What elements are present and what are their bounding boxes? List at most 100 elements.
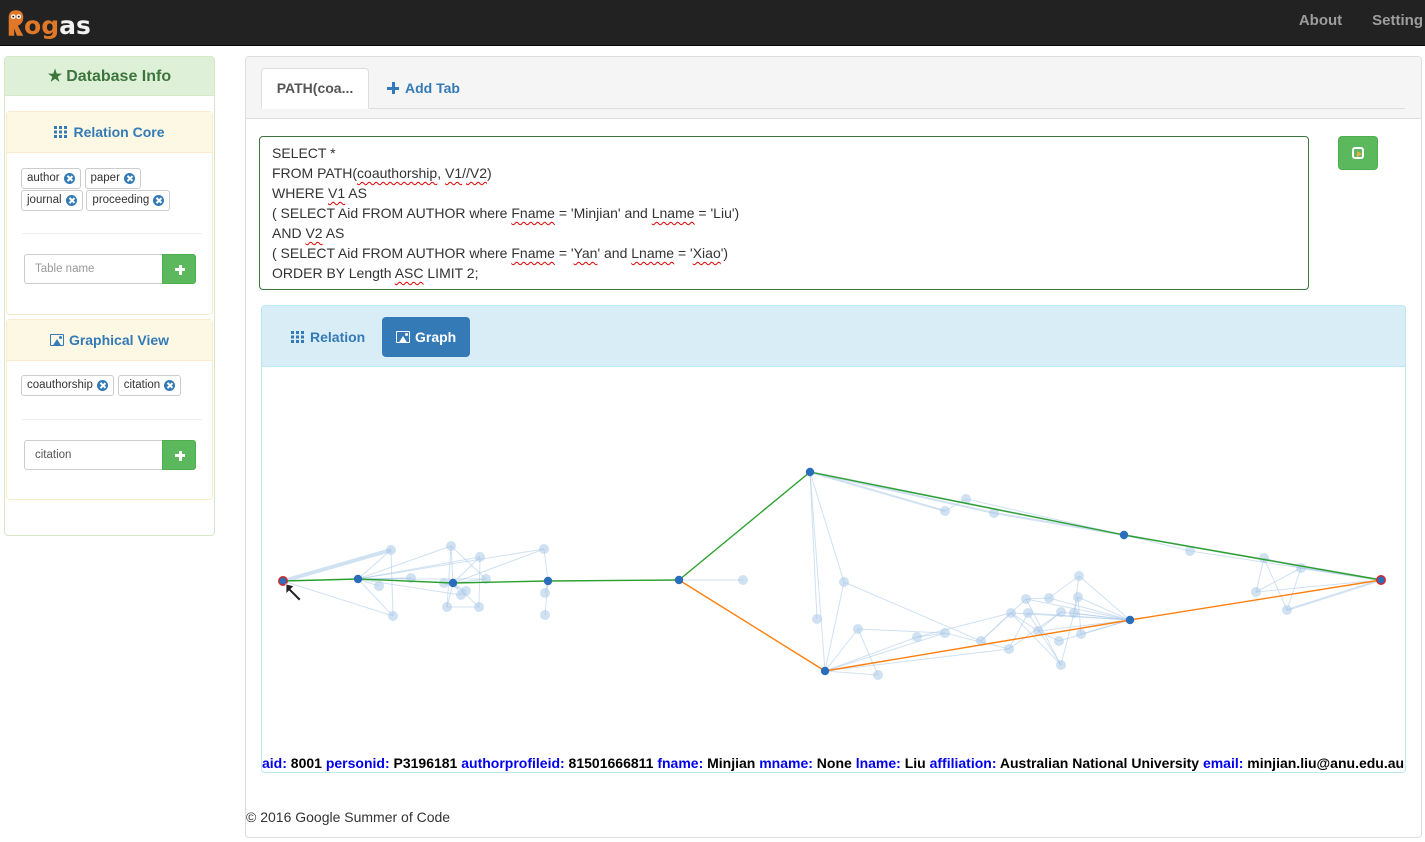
- graph-node-faded[interactable]: [1073, 592, 1083, 602]
- graph-node-faded[interactable]: [388, 611, 398, 621]
- picture-icon: [49, 334, 64, 346]
- tag-paper[interactable]: paper: [84, 168, 141, 189]
- rogas-mascot-icon: [8, 10, 24, 36]
- remove-icon[interactable]: [65, 195, 77, 206]
- graph-node-faded[interactable]: [461, 586, 471, 596]
- graph-node-faded[interactable]: [442, 602, 452, 612]
- remove-icon[interactable]: [63, 173, 75, 184]
- graph-node-a3[interactable]: [543, 576, 553, 586]
- info-value: minjian.liu@anu.edu.au: [1243, 755, 1405, 771]
- graph-node-faded[interactable]: [873, 670, 883, 680]
- graph-node-faded[interactable]: [812, 614, 822, 624]
- graph-node-faded[interactable]: [1021, 594, 1031, 604]
- navbar: ogas About Setting: [0, 0, 1425, 46]
- graph-edge-faded: [1255, 557, 1265, 593]
- add-tab-button[interactable]: Add Tab: [387, 68, 460, 109]
- mouse-cursor-icon: [285, 583, 302, 602]
- graph-node-faded[interactable]: [912, 632, 922, 642]
- table-name-input[interactable]: [24, 254, 162, 284]
- graphical-view-tags: coauthorship citation: [7, 361, 212, 397]
- spellcheck-token: Fname: [511, 205, 555, 221]
- tab-graph-view[interactable]: Graph: [382, 317, 471, 357]
- query-text: ' and: [597, 245, 632, 261]
- graph-node-faded[interactable]: [1056, 607, 1066, 617]
- graph-node-mid_bot[interactable]: [1125, 615, 1135, 625]
- graph-node-faded[interactable]: [1069, 608, 1079, 618]
- graphical-view-add-group: [24, 440, 197, 470]
- spellcheck-token: V1: [328, 185, 346, 201]
- graph-node-faded[interactable]: [1056, 660, 1066, 670]
- graph-node-bot[interactable]: [820, 666, 830, 676]
- graph-canvas[interactable]: [262, 367, 1405, 755]
- graph-node-faded[interactable]: [1054, 636, 1064, 646]
- graph-node-faded[interactable]: [474, 602, 484, 612]
- remove-icon[interactable]: [164, 380, 176, 391]
- graph-node-faded[interactable]: [1044, 593, 1054, 603]
- query-text: LIMIT 2;: [423, 265, 479, 281]
- graph-edge-faded: [824, 632, 946, 672]
- graph-node-faded[interactable]: [940, 628, 950, 638]
- graph-node-faded[interactable]: [1006, 608, 1016, 618]
- graph-node-faded[interactable]: [1004, 644, 1014, 654]
- graph-node-faded[interactable]: [1282, 605, 1292, 615]
- graph-node-faded[interactable]: [940, 506, 950, 516]
- tag-label: journal: [27, 194, 62, 206]
- graph-node-mid_top[interactable]: [1119, 530, 1129, 540]
- graph-edge-faded: [809, 471, 946, 512]
- run-query-button[interactable]: [1338, 136, 1378, 170]
- graph-edge-faded: [452, 548, 545, 584]
- remove-icon[interactable]: [96, 380, 108, 391]
- graph-node-a1[interactable]: [353, 574, 363, 584]
- graph-node-a2[interactable]: [448, 578, 458, 588]
- tag-citation[interactable]: citation: [117, 375, 182, 396]
- graph-node-faded[interactable]: [539, 544, 549, 554]
- query-editor[interactable]: SELECT * FROM PATH(coauthorship, V1//V2) W…: [259, 136, 1309, 290]
- remove-icon[interactable]: [123, 173, 135, 184]
- remove-icon[interactable]: [153, 195, 165, 206]
- grid-icon: [54, 126, 68, 138]
- graph-node-faded[interactable]: [1023, 608, 1033, 618]
- info-value: Minjian: [703, 755, 760, 771]
- tag-journal[interactable]: journal: [21, 190, 83, 211]
- tag-author[interactable]: author: [21, 168, 81, 189]
- graph-node-dst[interactable]: [1376, 575, 1386, 585]
- add-relation-button[interactable]: [162, 254, 196, 284]
- tab-relation-view[interactable]: Relation: [277, 317, 379, 357]
- graph-node-faded[interactable]: [1296, 563, 1306, 573]
- info-value: Australian National University: [996, 755, 1203, 771]
- graph-node-top[interactable]: [805, 467, 815, 477]
- add-graph-button[interactable]: [162, 440, 196, 470]
- graph-node-faded[interactable]: [446, 541, 456, 551]
- graphical-view-title: Graphical View: [68, 332, 170, 348]
- graph-node-faded[interactable]: [1259, 553, 1269, 563]
- graph-node-faded[interactable]: [738, 575, 748, 585]
- graph-node-faded[interactable]: [1251, 587, 1261, 597]
- query-text: AS: [322, 225, 345, 241]
- tag-proceeding[interactable]: proceeding: [86, 190, 171, 211]
- graph-node-faded[interactable]: [1076, 629, 1086, 639]
- spellcheck-token: /V2: [466, 165, 488, 181]
- graph-node-faded[interactable]: [374, 581, 384, 591]
- graph-node-faded[interactable]: [1074, 571, 1084, 581]
- brand-logo[interactable]: ogas: [6, 5, 91, 41]
- graph-node-faded[interactable]: [540, 610, 550, 620]
- nav-about-link[interactable]: About: [1284, 0, 1357, 46]
- nav-setting-link[interactable]: Setting: [1357, 0, 1425, 46]
- graph-node-faded[interactable]: [475, 552, 485, 562]
- graphical-view-heading: Graphical View: [7, 320, 212, 361]
- path-2-edge: [824, 619, 1131, 672]
- brand-name: ogas: [24, 10, 91, 40]
- graph-node-hub[interactable]: [674, 575, 684, 585]
- graph-node-faded[interactable]: [540, 588, 550, 598]
- graph-edge-faded: [857, 628, 946, 634]
- spellcheck-token: coauthorship: [357, 165, 438, 181]
- tag-label: coauthorship: [27, 379, 93, 391]
- graph-name-input[interactable]: [24, 440, 162, 470]
- graph-node-faded[interactable]: [386, 545, 396, 555]
- tab-query-1[interactable]: PATH(coa...: [261, 68, 369, 109]
- query-text: ): [487, 165, 492, 181]
- graph-node-faded[interactable]: [853, 624, 863, 634]
- graph-node-faded[interactable]: [839, 577, 849, 587]
- info-key: fname:: [657, 755, 704, 771]
- tag-coauthorship[interactable]: coauthorship: [21, 375, 114, 396]
